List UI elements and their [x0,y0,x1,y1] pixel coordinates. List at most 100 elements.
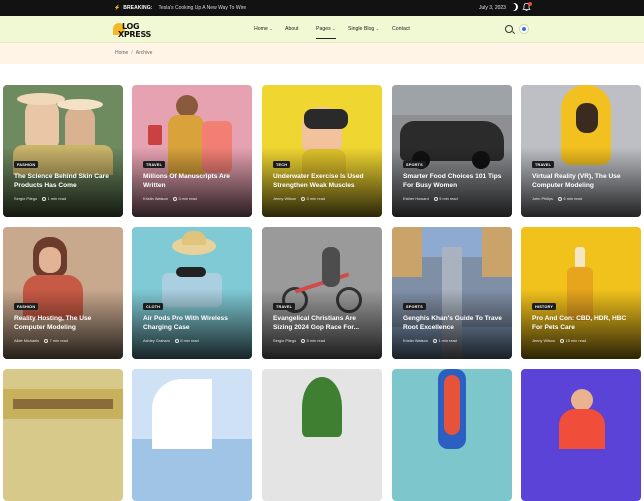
search-icon[interactable] [505,25,513,33]
clock-icon [432,338,437,343]
breaking-news[interactable]: ⚡ BREAKING: Tesla's Cooking Up A New Way… [114,5,246,11]
post-card[interactable]: FASHION Reality Hosting, The Use Computer… [3,227,123,359]
post-author[interactable]: Sergio Pliego [14,196,37,201]
post-card[interactable] [3,369,123,501]
read-time: 1 min read [42,196,66,201]
post-author[interactable]: Ashley Graham [143,338,170,343]
post-title[interactable]: Air Pods Pro With Wireless Charging Case [143,314,245,332]
nav-home[interactable]: Home ⌄ [254,26,273,32]
category-badge[interactable]: TRAVEL [532,161,555,168]
dark-mode-icon[interactable] [510,3,518,11]
post-card[interactable] [132,369,252,501]
post-title[interactable]: Pro And Con: CBD, HDR, HBC For Pets Care [532,314,634,332]
category-badge[interactable]: SPORTS [403,303,426,310]
post-image[interactable] [132,369,252,501]
post-title[interactable]: Smarter Food Choices 101 Tips For Busy W… [403,172,505,190]
post-meta: Jenny Wilson 15 min read [532,338,586,343]
category-badge[interactable]: SPORTS [403,161,426,168]
read-time-text: 1 min read [438,338,457,343]
post-card[interactable]: TRAVEL Virtual Reality (VR), The Use Comp… [521,85,641,217]
read-time: 5 min read [301,196,325,201]
read-time: 9 min read [433,196,458,201]
post-card[interactable]: HISTORY Pro And Con: CBD, HDR, HBC For Pe… [521,227,641,359]
breaking-headline[interactable]: Tesla's Cooking Up A New Way To Wire [158,5,246,11]
notification-dot [528,2,532,6]
post-card[interactable]: TECH Underwater Exercise Is Used Strength… [262,85,382,217]
read-time-text: 5 min read [306,196,326,201]
breadcrumb-bar: Home / Archive [0,43,644,64]
post-title[interactable]: The Science Behind Skin Care Products Ha… [14,172,116,190]
category-badge[interactable]: FASHION [14,303,39,310]
nav-contact[interactable]: Contact [392,26,410,32]
post-author[interactable]: Esther Howard [403,196,429,201]
post-author[interactable]: Kristin Watson [403,338,428,343]
clock-icon [42,196,47,201]
post-title[interactable]: Genghis Khan's Guide To Trave Root Excel… [403,314,505,332]
post-card[interactable]: TRAVEL Millions Of Manuscripts Are Writte… [132,85,252,217]
post-card[interactable] [392,369,512,501]
post-meta: Ashley Graham 8 min read [143,338,199,343]
read-time: 3 min read [172,196,197,201]
read-time: 6 min read [557,196,582,201]
post-image[interactable] [3,369,123,501]
category-badge[interactable]: FASHION [14,161,39,168]
post-title[interactable]: Millions Of Manuscripts Are Written [143,172,245,190]
nav-pages[interactable]: Pages ⌄ [316,26,336,39]
lightning-icon: ⚡ [114,5,121,11]
read-time: 5 min read [301,338,325,343]
read-time-text: 7 min read [49,338,68,343]
post-title[interactable]: Virtual Reality (VR), The Use Computer M… [532,172,634,190]
post-meta: John Philips 6 min read [532,196,582,201]
breadcrumb: Home / Archive [115,50,152,56]
read-time: 15 min read [560,338,586,343]
post-title[interactable]: Reality Hosting, The Use Computer Modeli… [14,314,116,332]
post-card[interactable]: FASHION The Science Behind Skin Care Prod… [3,85,123,217]
chevron-down-icon: ⌄ [332,26,336,31]
nav-single-blog[interactable]: Single Blog ⌄ [348,26,379,32]
category-badge[interactable]: CLOTH [143,303,164,310]
category-badge[interactable]: TECH [273,161,291,168]
post-card[interactable] [262,369,382,501]
read-time-text: 8 min read [180,338,199,343]
read-time-text: 3 min read [178,196,197,201]
post-author[interactable]: Jenny Wilson [273,196,296,201]
clock-icon [172,196,177,201]
chevron-down-icon: ⌄ [269,26,273,31]
post-card[interactable]: SPORTS Smarter Food Choices 101 Tips For … [392,85,512,217]
post-meta: Kristin Watson 1 min read [403,338,457,343]
post-title[interactable]: Evangelical Christians Are Sizing 2024 G… [273,314,375,332]
post-card[interactable]: SPORTS Genghis Khan's Guide To Trave Root… [392,227,512,359]
post-title[interactable]: Underwater Exercise Is Used Strengthen W… [273,172,375,190]
read-time-text: 1 min read [47,196,67,201]
nav-about[interactable]: About [285,26,299,32]
nav-contact-label: Contact [392,26,410,32]
nav-pages-label: Pages [316,26,331,32]
post-author[interactable]: John Philips [532,196,553,201]
post-author[interactable]: Albie Michaels [14,338,39,343]
user-avatar[interactable] [519,24,529,34]
breadcrumb-separator: / [131,50,133,56]
breadcrumb-home[interactable]: Home [115,50,128,56]
category-badge[interactable]: HISTORY [532,303,557,310]
post-author[interactable]: Kristin Watson [143,196,168,201]
category-badge[interactable]: TRAVEL [143,161,166,168]
site-logo[interactable]: LOG XPRESS [113,21,153,39]
post-card[interactable]: CLOTH Air Pods Pro With Wireless Charging… [132,227,252,359]
post-image[interactable] [262,369,382,501]
post-meta: Sergio Pliego 1 min read [14,196,66,201]
breadcrumb-current: Archive [135,50,153,56]
post-card[interactable] [521,369,641,501]
read-time: 8 min read [174,338,199,343]
post-card[interactable]: TRAVEL Evangelical Christians Are Sizing … [262,227,382,359]
nav-home-label: Home [254,26,268,32]
post-author[interactable]: Jenny Wilson [532,338,555,343]
logo-text-line2: XPRESS [118,30,152,39]
chevron-down-icon: ⌄ [375,26,380,31]
read-time-text: 15 min read [565,338,587,343]
post-image[interactable] [521,369,641,501]
clock-icon [301,338,306,343]
category-badge[interactable]: TRAVEL [273,303,296,310]
post-author[interactable]: Sergio Pliego [273,338,296,343]
post-image[interactable] [392,369,512,501]
nav-about-label: About [285,26,299,32]
